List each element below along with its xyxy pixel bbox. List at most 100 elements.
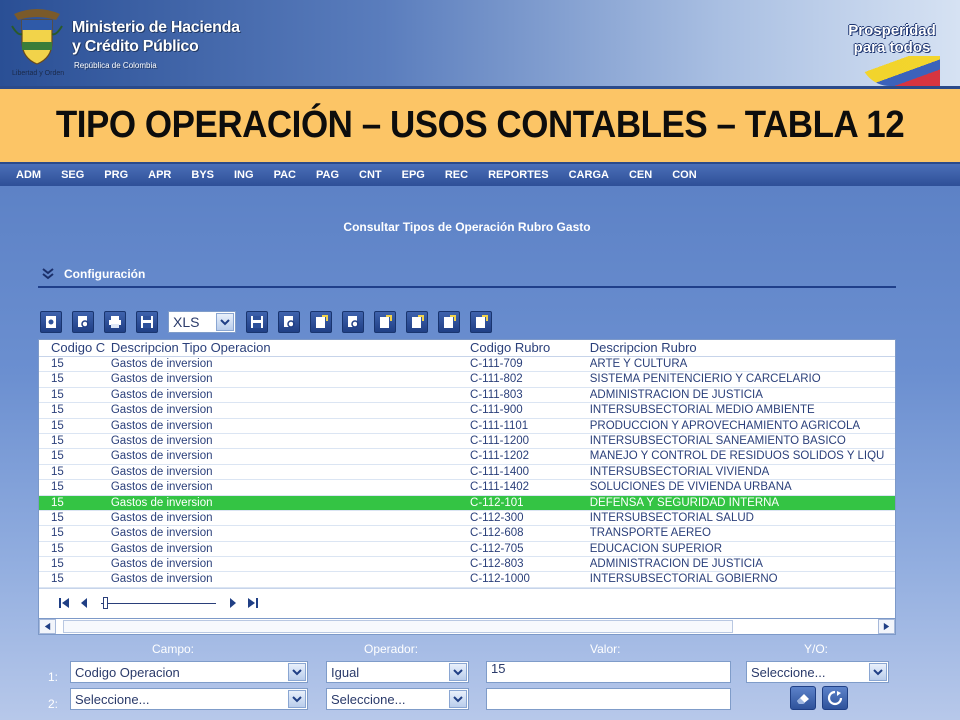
cell-descripcion-rubro: INTERSUBSECTORIAL SALUD bbox=[589, 511, 754, 524]
search-button[interactable] bbox=[72, 311, 94, 333]
triangle-right-icon bbox=[883, 622, 890, 631]
menu-carga[interactable]: CARGA bbox=[559, 164, 619, 186]
menu-ing[interactable]: ING bbox=[224, 164, 264, 186]
menu-adm[interactable]: ADM bbox=[6, 164, 51, 186]
cell-descripcion-tipo: Gastos de inversion bbox=[110, 496, 213, 509]
menu-reportes[interactable]: REPORTES bbox=[478, 164, 559, 186]
filter-row-2-number: 2: bbox=[48, 697, 59, 711]
table-row[interactable]: 15 Gastos de inversion C-111-900 INTERSUBSE… bbox=[39, 403, 895, 419]
next-page-button[interactable] bbox=[226, 596, 240, 610]
table-row[interactable]: 15 Gastos de inversion C-112-1000 INTERSUBS… bbox=[39, 572, 895, 588]
cell-descripcion-tipo: Gastos de inversion bbox=[110, 404, 213, 417]
menu-pag[interactable]: PAG bbox=[306, 164, 349, 186]
first-page-button[interactable] bbox=[57, 596, 71, 610]
page-slider[interactable] bbox=[101, 596, 216, 610]
menu-rec[interactable]: REC bbox=[435, 164, 478, 186]
filter-row-1-number: 1: bbox=[48, 670, 59, 684]
document-action-button-2[interactable] bbox=[406, 311, 428, 333]
column-header-codigo-rubro[interactable]: Codigo Rubro bbox=[470, 340, 590, 356]
scroll-left-button[interactable] bbox=[39, 619, 56, 634]
section-configuracion[interactable]: Configuración bbox=[40, 266, 145, 282]
prosperidad-line-2: para todos bbox=[853, 39, 931, 56]
filter-1-operador-select[interactable]: Igual bbox=[326, 661, 469, 683]
chevron-down-icon bbox=[449, 690, 467, 708]
document-action-button-4[interactable] bbox=[470, 311, 492, 333]
table-row[interactable]: 15 Gastos de inversion C-111-803 ADMINISTRA… bbox=[39, 388, 895, 404]
cell-codigo: 15 bbox=[51, 527, 64, 540]
grid-horizontal-scrollbar[interactable] bbox=[38, 618, 896, 635]
last-page-button[interactable] bbox=[246, 596, 260, 610]
chevron-down-icon bbox=[288, 663, 306, 681]
cell-codigo: 15 bbox=[51, 434, 64, 447]
last-page-icon bbox=[248, 597, 258, 608]
chevron-down-icon bbox=[288, 690, 306, 708]
menu-prg[interactable]: PRG bbox=[94, 164, 138, 186]
table-row[interactable]: 15 Gastos de inversion C-112-101 DEFENSA Y … bbox=[39, 495, 895, 511]
cell-codigo-rubro: C-112-803 bbox=[470, 558, 524, 571]
save-button[interactable] bbox=[136, 311, 158, 333]
erase-filter-button[interactable] bbox=[790, 686, 816, 710]
column-header-descripcion-tipo[interactable]: Descripcion Tipo Operacion bbox=[111, 340, 470, 356]
column-header-codigo[interactable]: Codigo C bbox=[39, 340, 111, 356]
filter-2-campo-select[interactable]: Seleccione... bbox=[70, 688, 308, 710]
cell-descripcion-rubro: INTERSUBSECTORIAL GOBIERNO bbox=[589, 573, 778, 586]
label-campo: Campo: bbox=[152, 642, 195, 656]
menu-con[interactable]: CON bbox=[662, 164, 706, 186]
document-action-button-3[interactable] bbox=[438, 311, 460, 333]
scrollbar-thumb[interactable] bbox=[63, 620, 733, 633]
table-row[interactable]: 15 Gastos de inversion C-111-1101 PRODUCCIO… bbox=[39, 419, 895, 434]
cell-codigo: 15 bbox=[51, 419, 64, 432]
menu-pac[interactable]: PAC bbox=[264, 164, 306, 186]
edit-document-button[interactable] bbox=[310, 311, 332, 333]
table-row[interactable]: 15 Gastos de inversion C-112-608 TRANSPORTE… bbox=[39, 526, 895, 542]
double-chevron-down-icon bbox=[42, 268, 54, 280]
menu-epg[interactable]: EPG bbox=[392, 164, 435, 186]
results-grid: Codigo C Descripcion Tipo Operacion Codi… bbox=[38, 339, 896, 621]
new-document-icon bbox=[46, 316, 56, 328]
filter-2-operador-select[interactable]: Seleccione... bbox=[326, 688, 469, 710]
menu-cen[interactable]: CEN bbox=[619, 164, 662, 186]
table-row[interactable]: 15 Gastos de inversion C-111-1400 INTERSUBS… bbox=[39, 465, 895, 481]
menu-bys[interactable]: BYS bbox=[181, 164, 224, 186]
previous-page-button[interactable] bbox=[77, 596, 91, 610]
ministry-line-1: Ministerio de Hacienda bbox=[72, 19, 240, 36]
table-row[interactable]: 15 Gastos de inversion C-112-803 ADMINISTRA… bbox=[39, 557, 895, 573]
table-row[interactable]: 15 Gastos de inversion C-112-705 EDUCACION … bbox=[39, 542, 895, 558]
filter-1-valor-input[interactable]: 15 bbox=[486, 661, 731, 683]
table-row[interactable]: 15 Gastos de inversion C-111-1200 INTERSUBS… bbox=[39, 434, 895, 450]
page-slider-thumb[interactable] bbox=[103, 596, 108, 609]
filter-1-campo-select[interactable]: Codigo Operacion bbox=[70, 661, 308, 683]
ministry-line-2: y Crédito Público bbox=[72, 38, 199, 55]
menu-cnt[interactable]: CNT bbox=[349, 164, 392, 186]
cell-codigo: 15 bbox=[51, 450, 64, 463]
query-button[interactable] bbox=[278, 311, 300, 333]
menu-seg[interactable]: SEG bbox=[51, 164, 94, 186]
ministry-subtitle: República de Colombia bbox=[74, 61, 157, 70]
scroll-right-button[interactable] bbox=[878, 619, 895, 634]
document-action-button-1[interactable] bbox=[374, 311, 396, 333]
cell-descripcion-rubro: ADMINISTRACION DE JUSTICIA bbox=[589, 388, 763, 401]
cell-codigo: 15 bbox=[51, 358, 64, 370]
save-icon bbox=[251, 316, 263, 328]
table-row[interactable]: 15 Gastos de inversion C-111-802 SISTEMA PE… bbox=[39, 372, 895, 388]
export-save-button[interactable] bbox=[246, 311, 268, 333]
cell-descripcion-tipo: Gastos de inversion bbox=[110, 558, 213, 571]
table-row[interactable]: 15 Gastos de inversion C-111-709 ARTE Y CUL… bbox=[39, 357, 895, 373]
menu-apr[interactable]: APR bbox=[138, 164, 181, 186]
cell-descripcion-tipo: Gastos de inversion bbox=[110, 373, 213, 386]
cell-codigo-rubro: C-112-101 bbox=[470, 496, 524, 509]
export-format-select[interactable]: XLS bbox=[168, 311, 236, 333]
filter-1-yo-select[interactable]: Seleccione... bbox=[746, 661, 889, 683]
refresh-query-button[interactable] bbox=[822, 686, 848, 710]
print-button[interactable] bbox=[104, 311, 126, 333]
cell-codigo: 15 bbox=[51, 373, 64, 386]
table-row[interactable]: 15 Gastos de inversion C-111-1202 MANEJO Y … bbox=[39, 449, 895, 465]
edit-document-icon bbox=[412, 315, 424, 328]
table-row[interactable]: 15 Gastos de inversion C-111-1402 SOLUCIONE… bbox=[39, 480, 895, 496]
header-banner: Libertad y Orden Ministerio de Hacienda … bbox=[0, 0, 960, 86]
filter-button[interactable] bbox=[342, 311, 364, 333]
new-record-button[interactable] bbox=[40, 311, 62, 333]
table-row[interactable]: 15 Gastos de inversion C-112-300 INTERSUBSE… bbox=[39, 511, 895, 527]
filter-2-valor-input[interactable] bbox=[486, 688, 731, 710]
column-header-descripcion-rubro[interactable]: Descripcion Rubro bbox=[590, 340, 895, 356]
